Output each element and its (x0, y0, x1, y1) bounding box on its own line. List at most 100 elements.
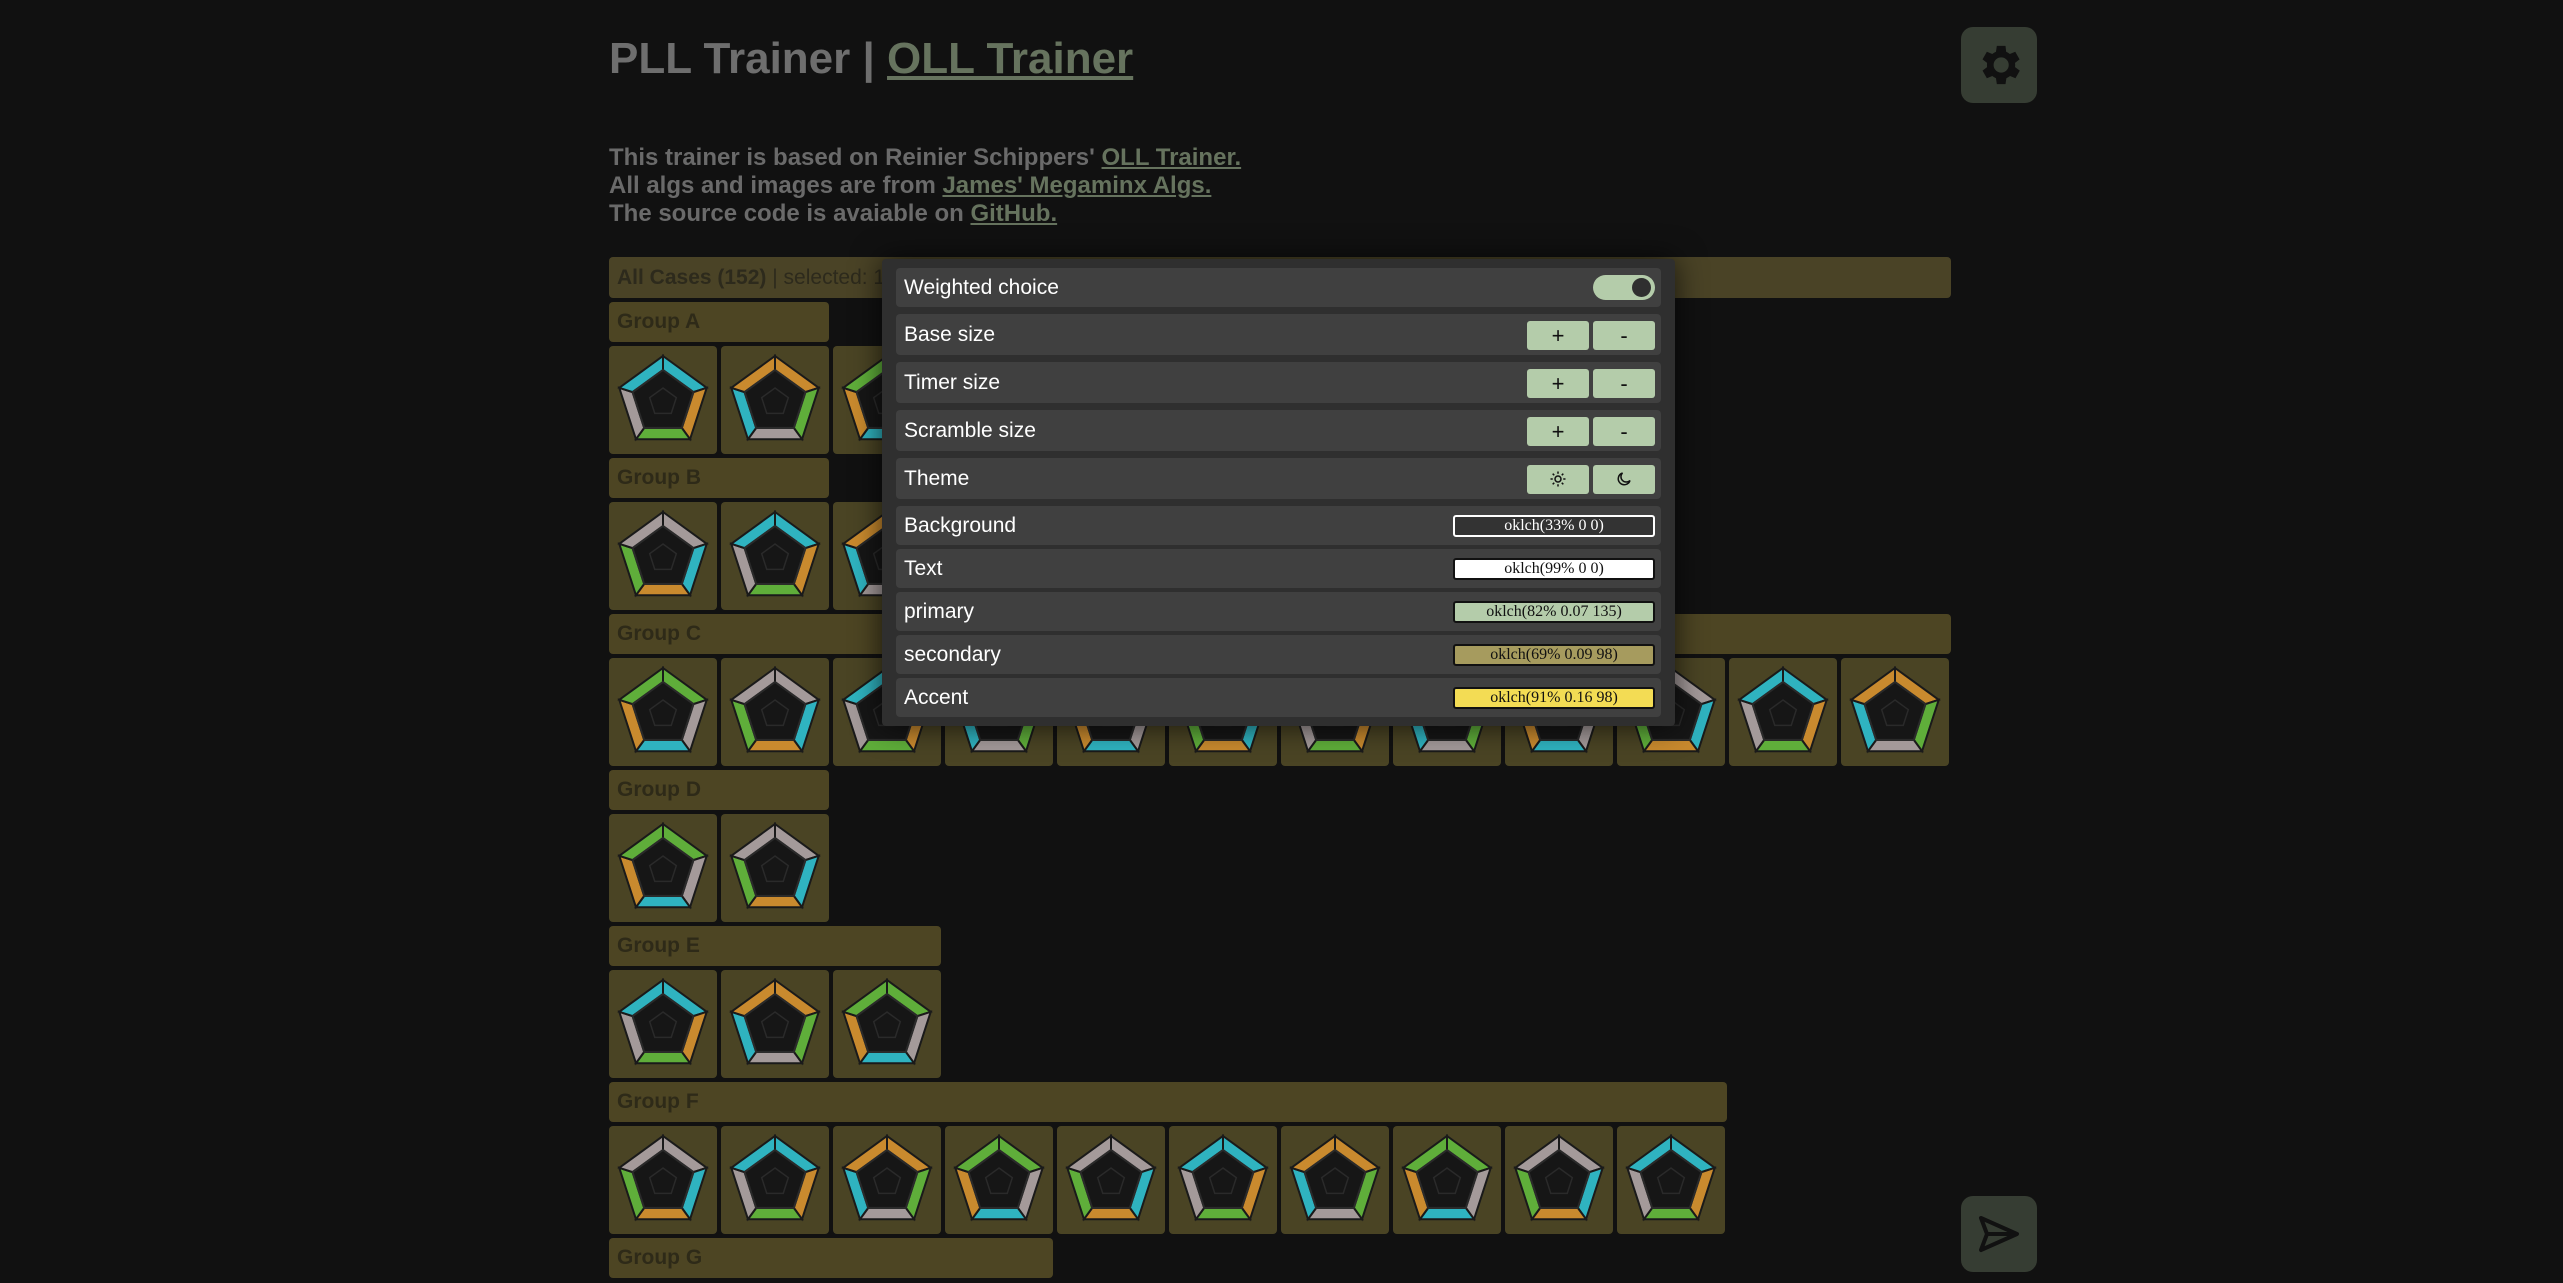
case-tile[interactable] (1057, 1126, 1165, 1234)
case-tile[interactable] (721, 1126, 829, 1234)
group-header[interactable]: Group D (609, 770, 829, 810)
scramble-size-decrease-button[interactable]: - (1593, 417, 1655, 446)
case-tile[interactable] (1841, 658, 1949, 766)
case-tile[interactable] (609, 970, 717, 1078)
oll-trainer-link[interactable]: OLL Trainer (887, 34, 1133, 83)
case-tile[interactable] (1505, 1126, 1613, 1234)
send-icon (1979, 1216, 2019, 1252)
background-label: Background (904, 514, 1017, 537)
toggle-knob (1632, 278, 1651, 297)
text-color-row: Text oklch(99% 0 0) (896, 549, 1661, 588)
case-tile[interactable] (833, 970, 941, 1078)
background-color-input[interactable]: oklch(33% 0 0) (1453, 515, 1655, 537)
info-line2: All algs and images are from (609, 172, 943, 199)
group-f: Group F (609, 1082, 1727, 1234)
group-g: Group G (609, 1238, 1053, 1278)
group-header[interactable]: Group G (609, 1238, 1053, 1278)
accent-color-input[interactable]: oklch(91% 0.16 98) (1453, 687, 1655, 709)
weighted-choice-toggle[interactable] (1593, 275, 1655, 300)
megaminx-case-diagram (617, 354, 709, 442)
light-theme-button[interactable] (1527, 465, 1589, 494)
case-tile[interactable] (609, 658, 717, 766)
gear-icon (1982, 45, 2020, 85)
megaminx-case-diagram (729, 822, 821, 910)
scramble-size-increase-button[interactable]: + (1527, 417, 1589, 446)
megaminx-case-diagram (1177, 1134, 1269, 1222)
case-tile[interactable] (721, 502, 829, 610)
case-tile[interactable] (1393, 1126, 1501, 1234)
selected-count: | selected: 1 (766, 266, 886, 289)
megaminx-case-diagram (1289, 1134, 1381, 1222)
weighted-choice-label: Weighted choice (904, 276, 1059, 299)
scramble-size-label: Scramble size (904, 419, 1036, 442)
timer-size-increase-button[interactable]: + (1527, 369, 1589, 398)
megaminx-case-diagram (841, 1134, 933, 1222)
base-size-decrease-button[interactable]: - (1593, 321, 1655, 350)
megaminx-case-diagram (729, 354, 821, 442)
primary-color-input[interactable]: oklch(82% 0.07 135) (1453, 601, 1655, 623)
theme-row: Theme (896, 458, 1661, 499)
accent-label: Accent (904, 686, 969, 709)
case-tile[interactable] (609, 502, 717, 610)
group-header[interactable]: Group A (609, 302, 829, 342)
dark-theme-button[interactable] (1593, 465, 1655, 494)
group-header[interactable]: Group F (609, 1082, 1727, 1122)
moon-icon (1617, 472, 1631, 486)
megaminx-case-diagram (1513, 1134, 1605, 1222)
base-size-increase-button[interactable]: + (1527, 321, 1589, 350)
case-tile[interactable] (833, 1126, 941, 1234)
megaminx-case-diagram (953, 1134, 1045, 1222)
megaminx-case-diagram (617, 822, 709, 910)
case-list (609, 814, 829, 922)
megaminx-case-diagram (729, 978, 821, 1066)
case-tile[interactable] (609, 814, 717, 922)
megaminx-case-diagram (729, 666, 821, 754)
base-size-label: Base size (904, 323, 996, 346)
timer-size-decrease-button[interactable]: - (1593, 369, 1655, 398)
case-tile[interactable] (1169, 1126, 1277, 1234)
group-e: Group E (609, 926, 941, 1078)
info-text: This trainer is based on Reinier Schippe… (609, 144, 1241, 228)
group-header[interactable]: Group B (609, 458, 829, 498)
megaminx-case-diagram (617, 1134, 709, 1222)
megaminx-case-diagram (841, 978, 933, 1066)
case-tile[interactable] (721, 658, 829, 766)
case-tile[interactable] (721, 814, 829, 922)
case-tile[interactable] (1617, 1126, 1725, 1234)
megaminx-case-diagram (1737, 666, 1829, 754)
case-tile[interactable] (609, 1126, 717, 1234)
group-header[interactable]: Group E (609, 926, 941, 966)
megaminx-case-diagram (617, 978, 709, 1066)
case-tile[interactable] (945, 1126, 1053, 1234)
settings-button[interactable] (1961, 27, 2037, 103)
primary-label: primary (904, 600, 975, 623)
megaminx-case-diagram (1065, 1134, 1157, 1222)
settings-panel: Weighted choice Base size + - Timer size… (882, 259, 1675, 726)
submit-button[interactable] (1961, 1196, 2037, 1272)
megaminx-case-diagram (729, 510, 821, 598)
case-tile[interactable] (721, 346, 829, 454)
megaminx-algs-link[interactable]: James' Megaminx Algs. (942, 172, 1211, 199)
all-cases-label: All Cases (152) (617, 266, 767, 289)
case-tile[interactable] (721, 970, 829, 1078)
timer-size-row: Timer size + - (896, 362, 1661, 403)
case-tile[interactable] (1729, 658, 1837, 766)
group-d: Group D (609, 770, 829, 922)
scramble-size-row: Scramble size + - (896, 410, 1661, 451)
text-label: Text (904, 557, 943, 580)
megaminx-case-diagram (1625, 1134, 1717, 1222)
megaminx-case-diagram (617, 666, 709, 754)
reinier-oll-link[interactable]: OLL Trainer. (1102, 144, 1242, 171)
case-tile[interactable] (609, 346, 717, 454)
accent-color-row: Accent oklch(91% 0.16 98) (896, 678, 1661, 717)
text-color-input[interactable]: oklch(99% 0 0) (1453, 558, 1655, 580)
sun-icon (1550, 471, 1566, 487)
case-list (609, 1126, 1727, 1234)
secondary-color-input[interactable]: oklch(69% 0.09 98) (1453, 644, 1655, 666)
case-tile[interactable] (1281, 1126, 1389, 1234)
github-link[interactable]: GitHub. (970, 200, 1057, 227)
weighted-choice-row: Weighted choice (896, 268, 1661, 307)
secondary-color-row: secondary oklch(69% 0.09 98) (896, 635, 1661, 674)
case-list (609, 970, 941, 1078)
megaminx-case-diagram (617, 510, 709, 598)
